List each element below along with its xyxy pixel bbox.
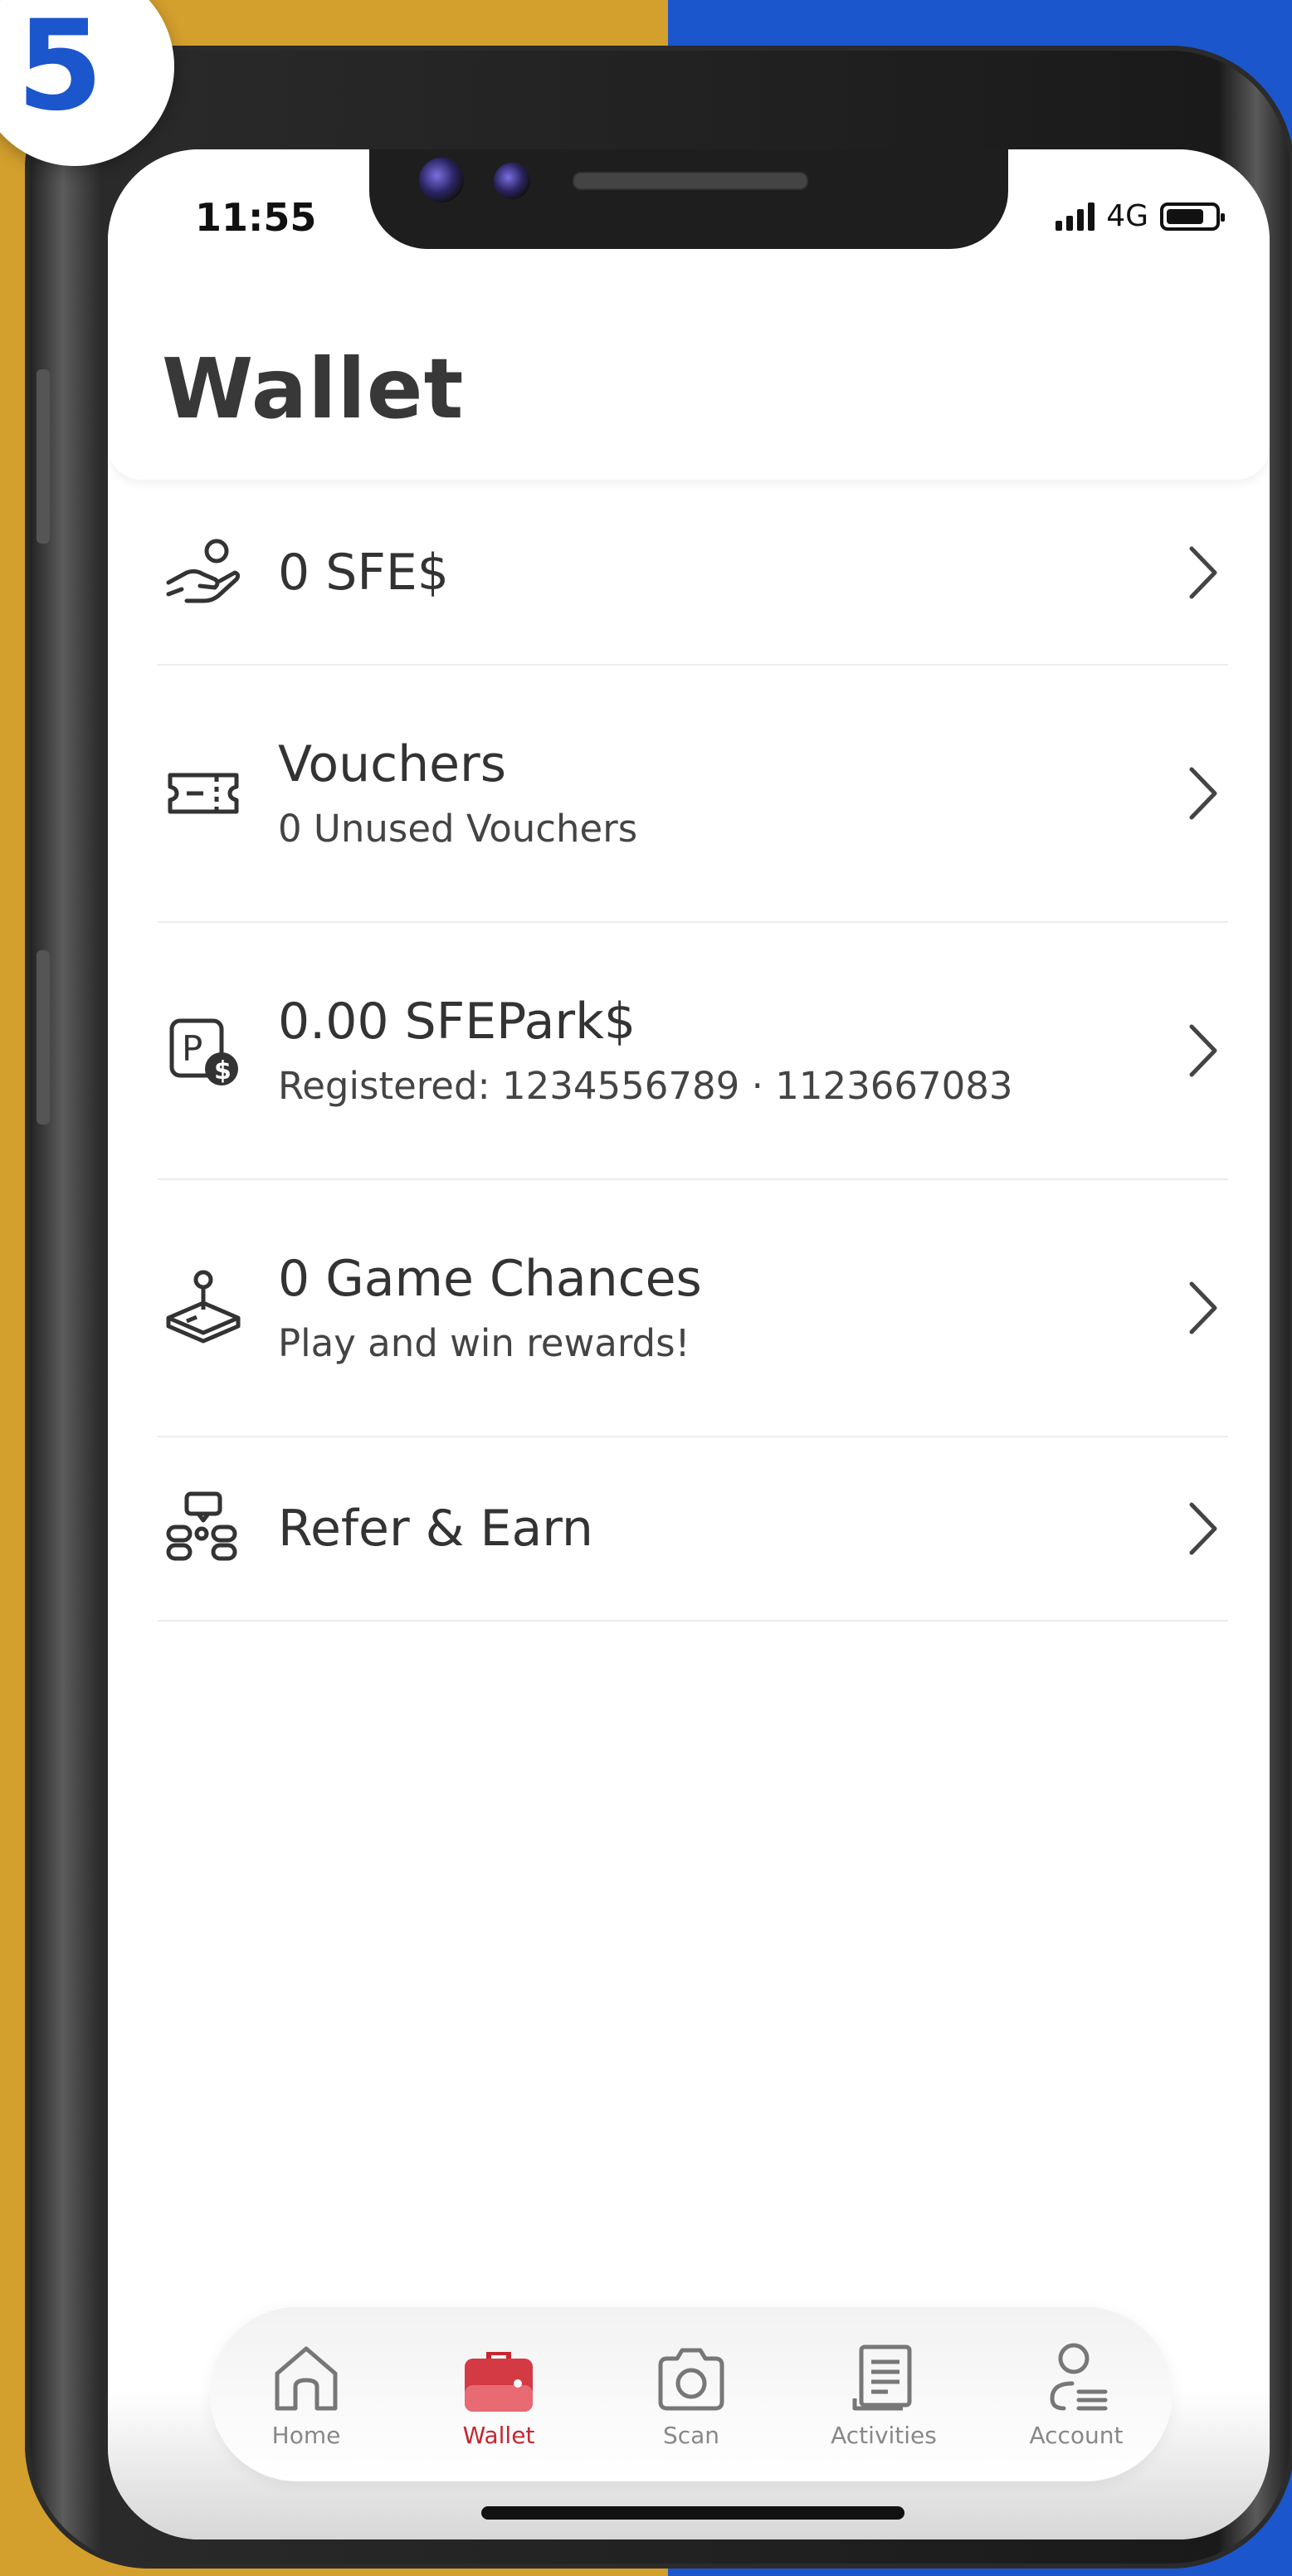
tab-wallet[interactable]: Wallet [420, 2340, 578, 2449]
status-time: 11:55 [195, 195, 317, 240]
volume-down-button [37, 950, 50, 1125]
refer-earn-title: Refer & Earn [278, 1499, 593, 1558]
chevron-right-icon [1178, 1495, 1228, 1562]
tab-home-label: Home [271, 2421, 341, 2449]
chevron-right-icon [1178, 1017, 1228, 1084]
document-icon [852, 2344, 912, 2410]
vouchers-row[interactable]: Vouchers 0 Unused Vouchers [158, 666, 1228, 923]
tab-account[interactable]: Account [997, 2340, 1155, 2449]
chevron-right-icon [1178, 1275, 1228, 1341]
sfepark-subtitle: Registered: 1234556789 · 1123667083 [278, 1064, 1013, 1108]
hand-coin-icon [158, 527, 249, 618]
refer-earn-row[interactable]: Refer & Earn [158, 1437, 1228, 1622]
phone-screen: 11:55 4G Wallet 0 SFE$ Vouchers 0 Unused… [108, 149, 1270, 2539]
page-title: Wallet [162, 340, 465, 437]
phone-frame: 11:55 4G Wallet 0 SFE$ Vouchers 0 Unused… [25, 46, 1292, 2569]
sfe-balance-row[interactable]: 0 SFE$ [158, 481, 1228, 666]
camera-icon [658, 2348, 724, 2410]
tab-activities[interactable]: Activities [805, 2340, 963, 2449]
referral-icon [158, 1483, 249, 1574]
signal-icon [1056, 202, 1095, 231]
parking-dollar-icon: P $ [158, 1005, 249, 1096]
step-number: 5 [17, 0, 104, 139]
joystick-icon [158, 1262, 249, 1354]
status-indicators: 4G [1056, 199, 1225, 233]
home-icon [275, 2346, 338, 2410]
wallet-icon [465, 2351, 533, 2412]
svg-text:P: P [182, 1028, 202, 1069]
bottom-tab-bar: Home Wallet Scan Activities Account [210, 2307, 1173, 2481]
sfepark-title: 0.00 SFEPark$ [278, 993, 636, 1051]
chevron-right-icon [1178, 539, 1228, 606]
game-chances-subtitle: Play and win rewards! [278, 1321, 690, 1365]
tab-scan[interactable]: Scan [612, 2340, 770, 2449]
tab-scan-label: Scan [662, 2421, 720, 2449]
vouchers-title: Vouchers [278, 735, 506, 793]
volume-up-button [37, 369, 50, 544]
sensor-icon [494, 163, 530, 199]
account-icon [1050, 2343, 1108, 2410]
tab-activities-label: Activities [831, 2421, 937, 2449]
tab-home[interactable]: Home [227, 2340, 385, 2449]
sfepark-row[interactable]: P $ 0.00 SFEPark$ Registered: 1234556789… [158, 923, 1228, 1180]
ticket-icon [158, 748, 249, 839]
earpiece-speaker [573, 172, 808, 190]
camera-lens-icon [419, 158, 464, 202]
network-label: 4G [1106, 199, 1148, 233]
home-indicator [481, 2506, 904, 2520]
tab-wallet-label: Wallet [462, 2421, 535, 2449]
svg-text:$: $ [214, 1056, 232, 1086]
battery-icon [1160, 202, 1225, 231]
vouchers-subtitle: 0 Unused Vouchers [278, 807, 638, 851]
sfe-balance-title: 0 SFE$ [278, 543, 449, 602]
game-chances-row[interactable]: 0 Game Chances Play and win rewards! [158, 1180, 1228, 1437]
game-chances-title: 0 Game Chances [278, 1250, 702, 1308]
chevron-right-icon [1178, 760, 1228, 827]
tab-account-label: Account [1029, 2421, 1124, 2449]
notch [369, 149, 1008, 249]
